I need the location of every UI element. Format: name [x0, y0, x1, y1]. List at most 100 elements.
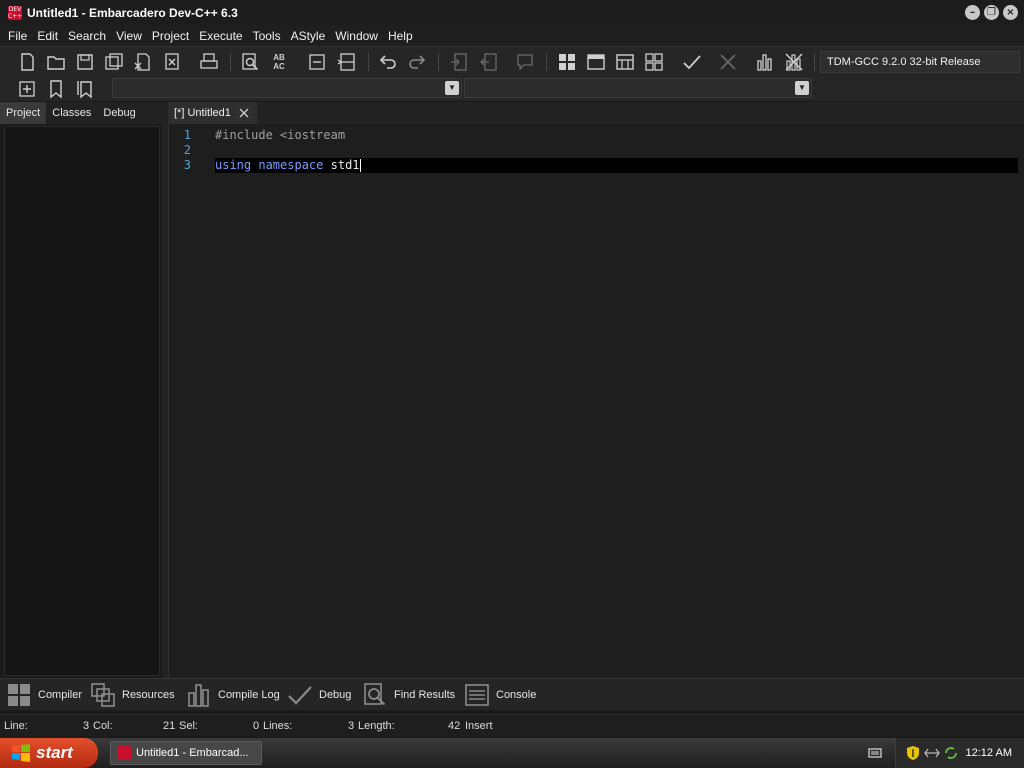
sync-icon[interactable]: [943, 745, 959, 761]
close-icon[interactable]: [239, 108, 249, 118]
close-all-icon[interactable]: [160, 51, 184, 73]
tab-label: Compile Log: [218, 689, 280, 701]
tab-label: Find Results: [394, 689, 456, 701]
menu-astyle[interactable]: AStyle: [286, 26, 331, 46]
security-shield-icon[interactable]: [906, 745, 920, 761]
menu-edit[interactable]: Edit: [32, 26, 63, 46]
toolbar-separator: [546, 53, 547, 71]
print-icon[interactable]: [197, 51, 221, 73]
devcpp-app-icon: [117, 746, 131, 760]
compile-run-icon[interactable]: [613, 51, 637, 73]
menu-execute[interactable]: Execute: [194, 26, 247, 46]
tab-label: Resources: [122, 689, 175, 701]
run-icon[interactable]: [584, 51, 608, 73]
minimize-button[interactable]: –: [965, 5, 980, 20]
console-icon: [465, 684, 489, 706]
line-number: 3: [183, 158, 191, 172]
close-button[interactable]: ×: [1003, 5, 1018, 20]
editor-tab-untitled1[interactable]: [*] Untitled1: [168, 102, 257, 124]
status-bar: Line: 3 Col: 21 Sel: 0 Lines: 3 Length: …: [0, 714, 1024, 736]
close-file-icon[interactable]: [131, 51, 155, 73]
undo-icon[interactable]: [376, 51, 400, 73]
split-editor-icon[interactable]: [335, 51, 359, 73]
tab-console[interactable]: Console: [464, 682, 536, 708]
unindent-icon[interactable]: [477, 51, 501, 73]
toolbar-separator: [814, 53, 815, 71]
code-editor[interactable]: 1 2 3 #include <iostream using namespace…: [168, 124, 1024, 678]
toolbar-separator: [368, 53, 369, 71]
window-title: Untitled1 - Embarcadero Dev-C++ 6.3: [27, 6, 238, 20]
tab-compile-log[interactable]: Compile Log: [186, 682, 280, 708]
tab-debug[interactable]: Debug: [97, 102, 141, 124]
compile-icon[interactable]: [555, 51, 579, 73]
compile-log-icon: [188, 684, 209, 707]
current-code-line[interactable]: using namespace std1: [215, 158, 1018, 173]
tab-find-results[interactable]: Find Results: [362, 682, 455, 708]
save-icon[interactable]: [73, 51, 97, 73]
taskbar-clock[interactable]: 12:12 AM: [966, 738, 1012, 768]
secondary-toolbar: ▼ ▼: [0, 76, 1024, 102]
insert-code-icon[interactable]: [15, 78, 39, 100]
editor-tab-label: [*] Untitled1: [174, 107, 231, 119]
keyword-token: using: [215, 158, 252, 172]
redo-icon[interactable]: [405, 51, 429, 73]
profile-icon[interactable]: [753, 51, 777, 73]
member-combo[interactable]: ▼: [464, 78, 812, 98]
tab-project[interactable]: Project: [0, 102, 47, 124]
chevron-down-icon[interactable]: ▼: [795, 81, 809, 95]
rebuild-all-icon[interactable]: [642, 51, 666, 73]
identifier-token: std1: [330, 158, 360, 172]
tab-resources[interactable]: Resources: [90, 682, 175, 708]
tab-debug-output[interactable]: Debug: [287, 682, 351, 708]
output-panel-tabs: Compiler Resources Compile Log Debug Fin…: [0, 678, 1024, 710]
tab-label: Console: [496, 689, 537, 701]
keyboard-icon[interactable]: [868, 746, 882, 760]
menu-window[interactable]: Window: [330, 26, 383, 46]
tab-classes[interactable]: Classes: [46, 102, 97, 124]
stop-execution-icon[interactable]: [716, 51, 740, 73]
syntax-check-icon[interactable]: [680, 51, 704, 73]
chevron-down-icon[interactable]: ▼: [445, 81, 459, 95]
save-all-icon[interactable]: [102, 51, 126, 73]
taskbar-app-devcpp[interactable]: Untitled1 - Embarcad...: [110, 741, 262, 765]
open-folder-icon[interactable]: [44, 51, 68, 73]
comment-icon[interactable]: [513, 51, 537, 73]
indent-icon[interactable]: [447, 51, 471, 73]
network-icon[interactable]: [924, 746, 940, 760]
toggle-bookmark-icon[interactable]: [44, 78, 68, 100]
left-panel-tabs: Project Classes Debug: [0, 102, 164, 124]
replace-icon[interactable]: AB AC: [267, 51, 291, 73]
status-col-value: 21: [163, 720, 176, 732]
start-button[interactable]: start: [0, 738, 98, 768]
menu-view[interactable]: View: [111, 26, 147, 46]
restore-button[interactable]: ❐: [984, 5, 999, 20]
compiler-select[interactable]: TDM-GCC 9.2.0 32-bit Release: [820, 51, 1020, 73]
new-file-icon[interactable]: [15, 51, 39, 73]
delete-profile-icon[interactable]: [782, 51, 806, 73]
find-icon[interactable]: [238, 51, 262, 73]
text-caret: [359, 159, 361, 172]
code-line[interactable]: [215, 143, 1018, 158]
menu-help[interactable]: Help: [383, 26, 418, 46]
compiler-icon: [8, 684, 30, 706]
keyword-token: namespace: [258, 158, 324, 172]
status-line-value: 3: [83, 720, 90, 732]
goto-line-icon[interactable]: [305, 51, 329, 73]
taskbar: start Untitled1 - Embarcad... 12:12 AM: [0, 738, 1024, 768]
class-combo[interactable]: ▼: [112, 78, 462, 98]
code-area[interactable]: #include <iostream using namespace std1: [215, 128, 1018, 173]
resources-icon: [91, 683, 115, 707]
status-length-label: Length:: [358, 720, 395, 732]
windows-logo-icon: [12, 744, 30, 762]
tab-compiler[interactable]: Compiler: [6, 682, 82, 708]
menu-project[interactable]: Project: [147, 26, 194, 46]
menu-search[interactable]: Search: [63, 26, 111, 46]
tab-label: Debug: [319, 689, 352, 701]
menu-tools[interactable]: Tools: [248, 26, 286, 46]
code-line[interactable]: #include <iostream: [215, 128, 1018, 143]
menu-file[interactable]: File: [3, 26, 32, 46]
system-tray: 12:12 AM: [895, 738, 1024, 768]
status-lines-value: 3: [348, 720, 355, 732]
goto-bookmark-icon[interactable]: [73, 78, 97, 100]
project-tree[interactable]: [4, 126, 160, 676]
